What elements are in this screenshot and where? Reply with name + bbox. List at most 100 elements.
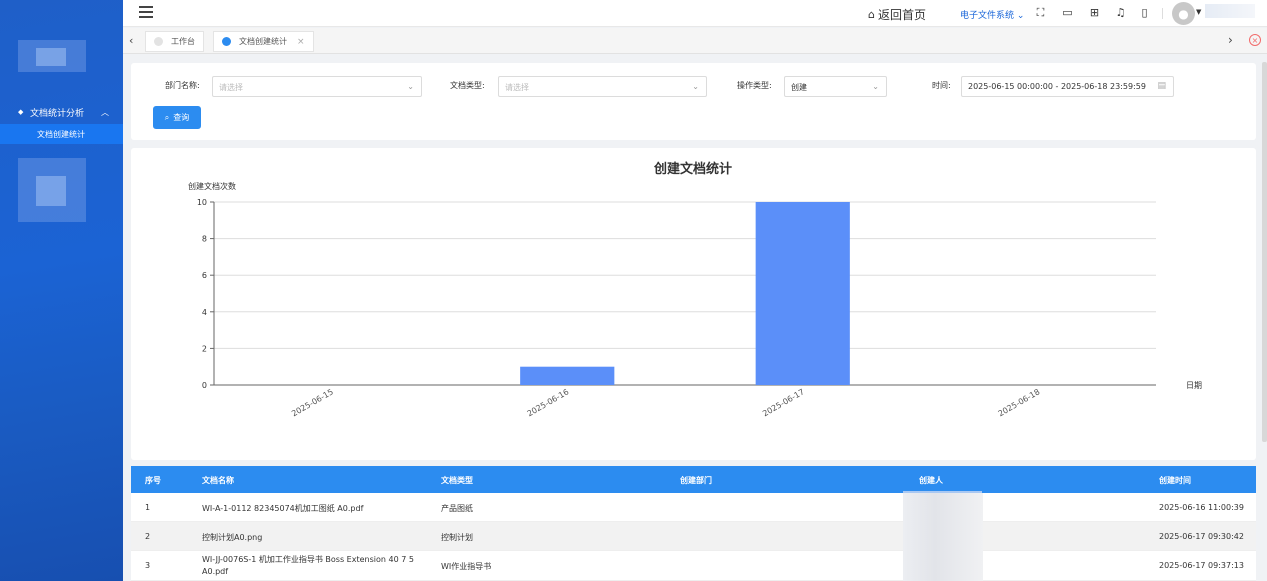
y-tick-label: 2 [202, 344, 207, 353]
sidebar-item-doc-create-stats[interactable]: 文档创建统计 [0, 124, 123, 144]
chevron-up-icon: ︿ [101, 107, 109, 117]
caret-down-icon[interactable]: ▼ [1196, 8, 1201, 16]
grid-icon[interactable]: ⊞ [1088, 6, 1101, 19]
sidebar-group-label: 文档统计分析 [30, 108, 85, 119]
menu-toggle-icon[interactable] [139, 6, 153, 18]
avatar[interactable]: ● [1172, 2, 1195, 25]
x-tick-label: 2025-06-17 [761, 387, 806, 418]
blurred-logo-detail [36, 48, 66, 66]
sidebar: ◆ 文档统计分析 ︿ 文档创建统计 [0, 0, 123, 581]
col-header-time: 创建时间 [1159, 476, 1191, 485]
y-tick-label: 6 [202, 271, 207, 280]
chevron-down-icon: ⌄ [692, 82, 699, 91]
home-link[interactable]: ⌂ 返回首页 [868, 6, 926, 23]
system-label: 电子文件系统 [960, 11, 1015, 21]
chart-panel: 创建文档统计 创建文档次数 日期 0 2 4 6 8 10 2025-06-15 2025-… [131, 148, 1256, 460]
tab-label: 工作台 [171, 37, 195, 46]
dept-placeholder: 请选择 [219, 83, 243, 92]
cell-no: 1 [145, 503, 151, 512]
tab-status-dot [154, 37, 163, 46]
tab-status-dot [222, 37, 231, 46]
cell-creator-blurred [903, 522, 983, 551]
sidebar-item-label: 文档创建统计 [37, 129, 85, 139]
optype-label: 操作类型: [737, 81, 772, 90]
tab-doc-create-stats[interactable]: 文档创建统计 × [213, 31, 314, 52]
page-scrollbar[interactable] [1262, 62, 1267, 442]
optype-value: 创建 [791, 83, 807, 92]
y-tick-label: 8 [202, 235, 207, 244]
x-tick-label: 2025-06-18 [997, 387, 1042, 418]
col-header-type: 文档类型 [441, 476, 473, 485]
query-label: 查询 [173, 113, 190, 122]
bar [520, 366, 615, 385]
doctype-select[interactable]: 请选择 ⌄ [498, 76, 707, 97]
blurred-area-detail [36, 176, 66, 206]
bar [755, 202, 850, 385]
y-tick-label: 0 [202, 381, 207, 390]
monitor-icon[interactable]: ▭ [1061, 6, 1074, 19]
cell-type: 产品图纸 [441, 504, 473, 513]
bar-chart: 创建文档统计 创建文档次数 日期 0 2 4 6 8 10 2025-06-15 2025-… [188, 161, 1202, 418]
col-header-creator: 创建人 [919, 476, 943, 485]
cell-name: WI-A-1-0112 82345074机加工图纸 A0.pdf [202, 504, 364, 513]
chevron-left-icon[interactable]: ‹ [129, 34, 133, 47]
col-header-name: 文档名称 [202, 476, 234, 485]
cell-time: 2025-06-17 09:37:13 [1159, 561, 1244, 570]
chevron-down-icon: ⌄ [872, 82, 879, 91]
dept-label: 部门名称: [165, 81, 200, 90]
tab-workbench[interactable]: 工作台 [145, 31, 204, 52]
x-axis-label: 日期 [1186, 381, 1202, 390]
time-label: 时间: [932, 81, 951, 90]
y-axis-label: 创建文档次数 [188, 181, 236, 191]
mobile-icon[interactable]: ▯ [1138, 6, 1151, 19]
table-row[interactable]: 2 控制计划A0.png 控制计划 2025-06-17 09:30:42 [131, 522, 1256, 551]
home-label: 返回首页 [877, 8, 926, 22]
col-header-dept: 创建部门 [680, 476, 712, 485]
chevron-down-icon: ⌄ [1016, 11, 1025, 21]
table-row[interactable]: 3 WI-JJ-0076S-1 机加工作业指导书 Boss Extension … [131, 551, 1256, 581]
cell-type: 控制计划 [441, 533, 473, 542]
filter-panel: 部门名称: 请选择 ⌄ 文档类型: 请选择 ⌄ 操作类型: 创建 ⌄ 时间: 2… [131, 63, 1256, 140]
cell-type: WI作业指导书 [441, 562, 492, 571]
doctype-label: 文档类型: [450, 81, 485, 90]
optype-select[interactable]: 创建 ⌄ [784, 76, 887, 97]
close-icon[interactable]: × [297, 37, 305, 47]
calendar-icon: ▤ [1157, 81, 1166, 91]
y-tick-label: 4 [202, 308, 207, 317]
cell-creator-blurred [903, 551, 983, 581]
cell-name: WI-JJ-0076S-1 机加工作业指导书 Boss Extension 40… [202, 555, 414, 576]
time-range-value: 2025-06-15 00:00:00 - 2025-06-18 23:59:5… [968, 82, 1146, 91]
chart-title: 创建文档统计 [653, 161, 732, 177]
system-switcher[interactable]: 电子文件系统 ⌄ [960, 8, 1024, 21]
cell-no: 3 [145, 561, 151, 570]
doctype-placeholder: 请选择 [505, 83, 529, 92]
bell-icon[interactable]: ♫ [1114, 6, 1127, 19]
tab-label: 文档创建统计 [239, 37, 287, 46]
cell-time: 2025-06-17 09:30:42 [1159, 532, 1244, 541]
home-icon: ⌂ [868, 8, 875, 21]
sidebar-group-doc-stats[interactable]: ◆ 文档统计分析 ︿ [0, 103, 123, 121]
search-icon: ⌕ [164, 112, 170, 122]
close-all-icon[interactable]: × [1249, 34, 1261, 46]
table-row[interactable]: 1 WI-A-1-0112 82345074机加工图纸 A0.pdf 产品图纸 … [131, 493, 1256, 522]
x-tick-label: 2025-06-15 [290, 387, 335, 418]
user-name-blurred [1205, 4, 1255, 18]
data-table: 序号 文档名称 文档类型 创建部门 创建人 创建时间 1 WI-A-1-0112… [131, 466, 1256, 581]
cell-creator-blurred [903, 493, 983, 522]
time-range-picker[interactable]: 2025-06-15 00:00:00 - 2025-06-18 23:59:5… [961, 76, 1174, 97]
cell-time: 2025-06-16 11:00:39 [1159, 503, 1244, 512]
cell-no: 2 [145, 532, 151, 541]
cell-name: 控制计划A0.png [202, 533, 263, 542]
chevron-right-icon[interactable]: › [1228, 33, 1233, 47]
top-bar: ⌂ 返回首页 电子文件系统 ⌄ ⛶ ▭ ⊞ ♫ ▯ ● ▼ [123, 0, 1267, 27]
query-button[interactable]: ⌕ 查询 [153, 106, 201, 129]
tabs-bar: ‹ 工作台 文档创建统计 × › × [123, 28, 1267, 54]
col-header-no: 序号 [145, 476, 161, 485]
y-tick-label: 10 [197, 198, 207, 207]
x-tick-label: 2025-06-16 [526, 387, 571, 418]
divider [1162, 8, 1163, 19]
chevron-down-icon: ⌄ [407, 82, 414, 91]
fullscreen-icon[interactable]: ⛶ [1034, 6, 1047, 19]
dept-select[interactable]: 请选择 ⌄ [212, 76, 422, 97]
layers-icon: ◆ [18, 108, 24, 116]
